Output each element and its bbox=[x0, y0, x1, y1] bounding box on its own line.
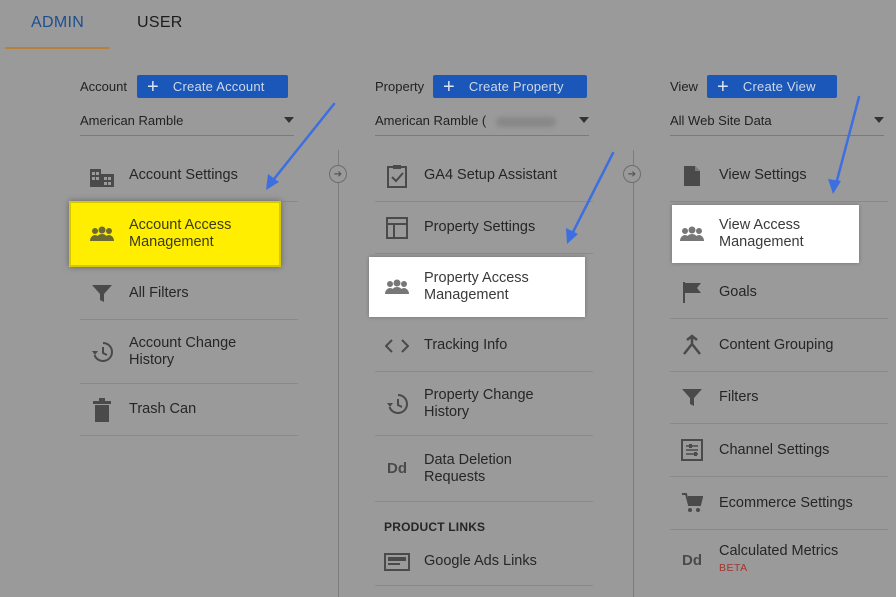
clipboard-check-icon bbox=[384, 163, 410, 189]
dropdown-caret-icon bbox=[284, 117, 294, 123]
dd-icon: Dd bbox=[387, 460, 407, 477]
menu-item-goals[interactable]: Goals bbox=[670, 266, 888, 319]
section-header-product-links: PRODUCT LINKS bbox=[384, 520, 486, 534]
menu-item-label: Content Grouping bbox=[719, 336, 834, 353]
menu-item-label: Property Access Management bbox=[424, 270, 529, 303]
view-column-label: View bbox=[670, 79, 698, 94]
menu-item-label: GA4 Setup Assistant bbox=[424, 167, 557, 183]
menu-item-all-filters[interactable]: All Filters bbox=[80, 268, 298, 320]
column-divider bbox=[338, 150, 339, 597]
menu-item-property-change-history[interactable]: Property Change History bbox=[375, 372, 593, 436]
menu-item-property-settings[interactable]: Property Settings bbox=[375, 202, 593, 254]
menu-item-label: Channel Settings bbox=[719, 441, 830, 458]
channel-icon bbox=[679, 437, 705, 463]
menu-item-label: Google Ads Links bbox=[424, 553, 537, 569]
menu-item-label: Trash Can bbox=[129, 401, 197, 417]
account-selector[interactable]: American Ramble bbox=[80, 113, 294, 136]
filter-icon bbox=[679, 385, 705, 411]
tab-admin[interactable]: ADMIN bbox=[31, 14, 84, 32]
tab-user[interactable]: USER bbox=[137, 14, 183, 32]
filter-icon bbox=[89, 281, 115, 307]
active-tab-indicator bbox=[5, 47, 109, 49]
menu-item-label: Account Change History bbox=[129, 334, 237, 368]
menu-item-ga4-setup-assistant[interactable]: GA4 Setup Assistant bbox=[375, 150, 593, 202]
column-divider bbox=[633, 150, 634, 597]
redacted-id bbox=[495, 116, 556, 127]
menu-item-label: Ecommerce Settings bbox=[719, 494, 853, 511]
create-property-label: Create Property bbox=[468, 79, 564, 94]
menu-item-channel-settings[interactable]: Channel Settings bbox=[670, 424, 888, 477]
people-icon bbox=[679, 221, 705, 247]
people-icon bbox=[384, 274, 410, 300]
menu-item-label: Calculated Metrics bbox=[719, 543, 839, 559]
menu-item-label: Account Access Management bbox=[129, 217, 232, 250]
plus-icon: + bbox=[147, 75, 159, 98]
arrow-right-icon: ➔ bbox=[329, 165, 347, 183]
menu-item-label: Property Change History bbox=[424, 386, 534, 420]
menu-item-label: Goals bbox=[719, 283, 757, 300]
people-icon bbox=[89, 221, 115, 247]
view-selector[interactable]: All Web Site Data bbox=[670, 113, 884, 136]
dd-icon: Dd bbox=[682, 551, 702, 569]
menu-item-label: Tracking Info bbox=[424, 337, 508, 353]
trash-icon bbox=[89, 397, 115, 423]
menu-item-label: Data Deletion Requests bbox=[424, 451, 512, 485]
menu-item-filters[interactable]: Filters bbox=[670, 372, 888, 424]
ads-icon bbox=[384, 549, 410, 575]
menu-item-label: All Filters bbox=[129, 285, 189, 301]
property-column-label: Property bbox=[375, 79, 425, 94]
plus-icon: + bbox=[717, 75, 729, 98]
menu-item-label: View Settings bbox=[719, 167, 807, 183]
create-account-label: Create Account bbox=[172, 79, 265, 94]
building-icon bbox=[89, 163, 115, 189]
menu-item-data-deletion-requests[interactable]: Dd Data Deletion Requests bbox=[375, 436, 593, 502]
menu-item-label: View Access Management bbox=[719, 217, 804, 250]
menu-item-view-access-management[interactable]: View Access Management bbox=[670, 205, 859, 263]
menu-item-tracking-info[interactable]: Tracking Info bbox=[375, 320, 593, 372]
menu-item-google-ads-links[interactable]: Google Ads Links bbox=[375, 538, 593, 586]
menu-item-view-settings[interactable]: View Settings bbox=[670, 150, 888, 202]
account-column-label: Account bbox=[80, 79, 127, 94]
history-icon bbox=[89, 339, 115, 365]
menu-item-account-change-history[interactable]: Account Change History bbox=[80, 320, 298, 384]
cart-icon bbox=[679, 490, 705, 516]
menu-item-ecommerce-settings[interactable]: Ecommerce Settings bbox=[670, 477, 888, 530]
beta-badge: BETA bbox=[719, 562, 748, 574]
view-selector-value: All Web Site Data bbox=[670, 113, 772, 128]
menu-item-trash-can[interactable]: Trash Can bbox=[80, 384, 298, 436]
create-property-button[interactable]: + Create Property bbox=[433, 75, 587, 98]
create-view-button[interactable]: + Create View bbox=[707, 75, 837, 98]
menu-item-account-settings[interactable]: Account Settings bbox=[80, 150, 298, 202]
menu-item-calculated-metrics[interactable]: Dd Calculated Metrics BETA bbox=[670, 530, 888, 590]
dropdown-caret-icon bbox=[874, 117, 884, 123]
document-icon bbox=[679, 163, 705, 189]
account-selector-value: American Ramble bbox=[80, 113, 184, 128]
menu-item-property-access-management[interactable]: Property Access Management bbox=[375, 257, 585, 317]
menu-item-content-grouping[interactable]: Content Grouping bbox=[670, 319, 888, 372]
grouping-icon bbox=[679, 332, 705, 358]
layout-icon bbox=[384, 215, 410, 241]
flag-icon bbox=[679, 279, 705, 305]
calculated-metrics-label-group: Calculated Metrics BETA bbox=[719, 543, 838, 577]
arrow-right-icon: ➔ bbox=[623, 165, 641, 183]
plus-icon: + bbox=[443, 75, 455, 98]
history-icon bbox=[384, 391, 410, 417]
admin-tab-bar: ADMIN USER bbox=[0, 0, 896, 52]
menu-item-label: Property Settings bbox=[424, 219, 536, 235]
menu-item-account-access-management[interactable]: Account Access Management bbox=[80, 204, 276, 264]
property-selector[interactable]: American Ramble ( bbox=[375, 113, 589, 136]
code-icon bbox=[384, 333, 410, 359]
create-account-button[interactable]: + Create Account bbox=[137, 75, 288, 98]
menu-item-label: Filters bbox=[719, 389, 759, 405]
dropdown-caret-icon bbox=[579, 117, 589, 123]
menu-item-label: Account Settings bbox=[129, 167, 238, 183]
property-selector-value: American Ramble ( bbox=[375, 113, 487, 128]
create-view-label: Create View bbox=[742, 79, 816, 94]
